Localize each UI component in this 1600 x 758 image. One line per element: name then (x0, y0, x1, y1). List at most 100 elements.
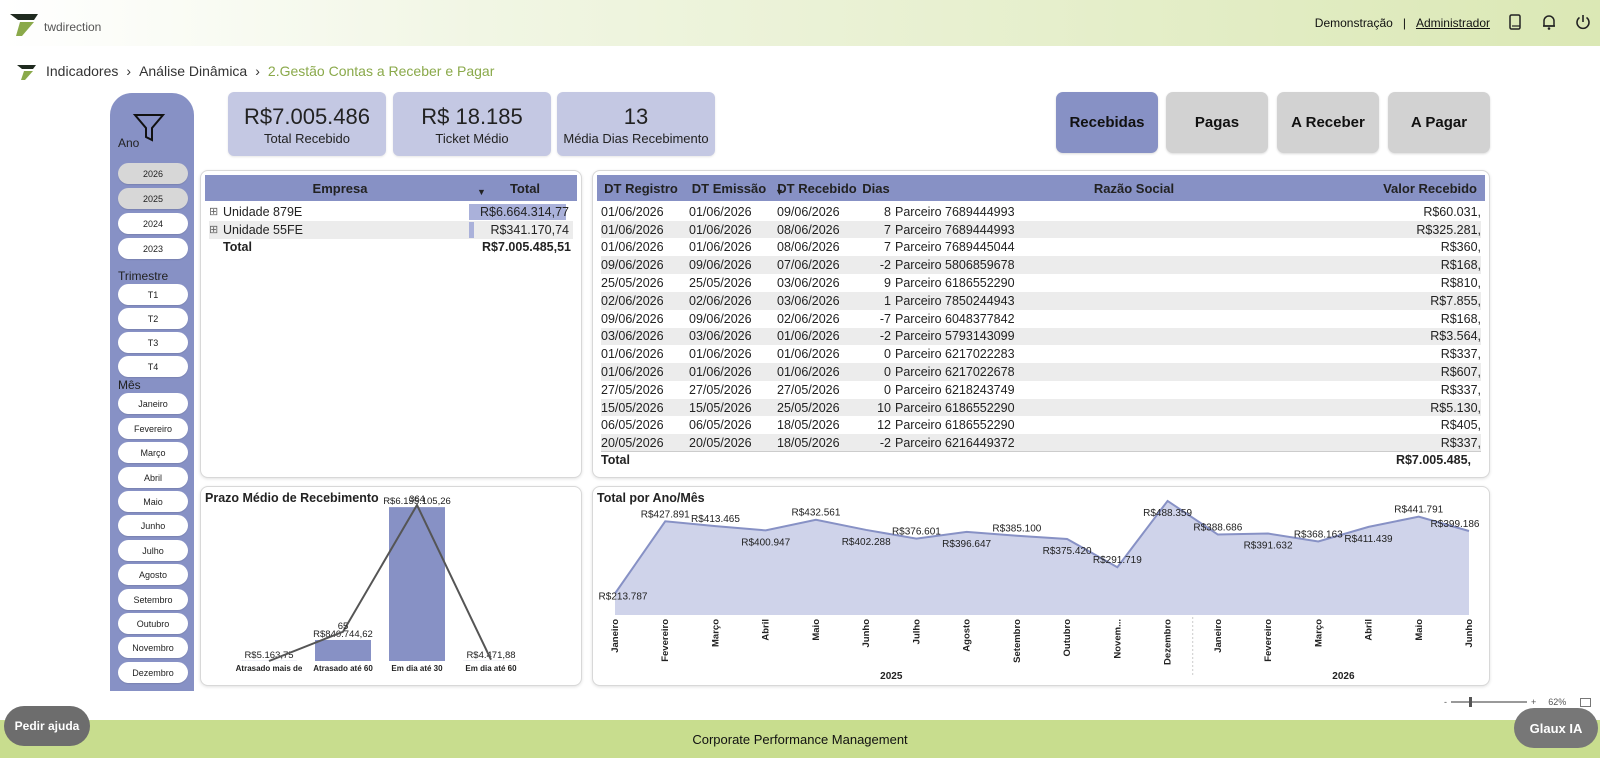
a-receber-button[interactable]: A Receber (1277, 92, 1379, 153)
cell-dt-registro: 15/05/2026 (601, 400, 664, 415)
filter-mes-dezembro[interactable]: Dezembro (118, 662, 188, 683)
table-row[interactable]: 01/06/2026 01/06/2026 01/06/2026 0 Parceiro … (601, 345, 1481, 363)
col-dt-emissao[interactable]: DT Emissão (685, 181, 773, 196)
a-pagar-button[interactable]: A Pagar (1388, 92, 1490, 153)
table-row[interactable]: ⊞ Unidade 55FE R$341.170,74 (209, 221, 573, 239)
table-row[interactable]: 09/06/2026 09/06/2026 02/06/2026 -7 Parceiro… (601, 310, 1481, 328)
cell-dias: 7 (884, 240, 891, 255)
filter-mes-abril[interactable]: Abril (118, 467, 188, 488)
help-button[interactable]: Pedir ajuda (4, 706, 90, 746)
filter-ano-2026[interactable]: 2026 (118, 163, 188, 184)
cell-dias: 9 (884, 276, 891, 291)
point-value-label: R$488.359 (1143, 508, 1192, 519)
cell-dias: 0 (884, 347, 891, 362)
total-ano-mes-chart[interactable]: R$213.787 Janeiro R$427.891 Fevereiro R$413.… (593, 487, 1489, 685)
col-dt-registro[interactable]: DT Registro (597, 181, 685, 196)
table-row[interactable]: 06/05/2026 06/05/2026 18/05/2026 12 Parceiro… (601, 417, 1481, 435)
cell-dt-emissao: 09/06/2026 (689, 311, 752, 326)
prazo-chart[interactable]: R$5.163,75Atrasado mais deR$840.744,62At… (201, 487, 581, 685)
table-row[interactable]: 15/05/2026 15/05/2026 25/05/2026 10 Parceiro… (601, 398, 1481, 417)
filter-mes-setembro[interactable]: Setembro (118, 589, 188, 610)
cell-dt-recebido: 09/06/2026 (777, 204, 840, 219)
cell-dt-recebido: 02/06/2026 (777, 311, 840, 326)
cell-dt-registro: 09/06/2026 (601, 258, 664, 273)
book-icon[interactable] (1506, 13, 1524, 31)
cell-dt-emissao: 25/05/2026 (689, 276, 752, 291)
sort-desc-icon[interactable]: ▼ (775, 187, 784, 197)
col-total[interactable]: Total (475, 181, 575, 196)
table-row[interactable]: 25/05/2026 25/05/2026 03/06/2026 9 Parceiro … (601, 274, 1481, 292)
filter-ano-2025[interactable]: 2025 (118, 188, 188, 209)
x-tick-label: Janeiro (610, 619, 621, 653)
table-row[interactable]: 01/06/2026 01/06/2026 01/06/2026 0 Parceiro … (601, 363, 1481, 381)
filter-mes-junho[interactable]: Junho (118, 515, 188, 536)
cell-valor-recebido: R$810, (1440, 276, 1481, 291)
app-logo[interactable]: twdirection (8, 8, 101, 36)
sort-desc-icon[interactable]: ▼ (477, 187, 486, 197)
filter-mes-fevereiro[interactable]: Fevereiro (118, 418, 188, 439)
filter-trimestre-t2[interactable]: T2 (118, 308, 188, 329)
bell-icon[interactable] (1540, 13, 1558, 31)
glaux-ia-button[interactable]: Glaux IA (1514, 708, 1598, 748)
col-valor-recebido[interactable]: Valor Recebido (1377, 181, 1477, 196)
bar[interactable] (389, 507, 445, 661)
table-row[interactable]: 20/05/2026 20/05/2026 18/05/2026 -2 Parceiro… (601, 434, 1481, 453)
filter-mes-novembro[interactable]: Novembro (118, 637, 188, 658)
filter-mes-maio[interactable]: Maio (118, 491, 188, 512)
col-dias[interactable]: Dias (861, 181, 891, 196)
filter-ano-2023[interactable]: 2023 (118, 238, 188, 259)
cell-dt-recebido: 27/05/2026 (777, 382, 840, 397)
cell-dt-registro: 01/06/2026 (601, 204, 664, 219)
cell-razao-social: Parceiro 6048377842 (895, 311, 1015, 326)
bar[interactable] (315, 639, 371, 661)
fit-page-icon[interactable] (1580, 697, 1592, 707)
cell-dt-emissao: 06/05/2026 (689, 418, 752, 433)
filter-mes-outubro[interactable]: Outubro (118, 613, 188, 634)
table-row[interactable]: 01/06/2026 01/06/2026 08/06/2026 7 Parceiro … (601, 220, 1481, 239)
line-series[interactable] (268, 502, 492, 662)
table-row[interactable]: 27/05/2026 27/05/2026 27/05/2026 0 Parceiro … (601, 381, 1481, 399)
table-row[interactable]: 09/06/2026 09/06/2026 07/06/2026 -2 Parceiro… (601, 256, 1481, 275)
filter-ano-2024[interactable]: 2024 (118, 213, 188, 234)
filter-panel: Ano 2026 2025 2024 2023 Trimestre T1 T2 … (110, 93, 194, 691)
cell-dt-recebido: 08/06/2026 (777, 240, 840, 255)
zoom-in-button[interactable]: + (1531, 697, 1536, 707)
cell-dt-emissao: 15/05/2026 (689, 400, 752, 415)
zoom-control[interactable]: - + 62% (1444, 697, 1592, 707)
pagas-button[interactable]: Pagas (1166, 92, 1268, 153)
demo-link[interactable]: Demonstração (1315, 16, 1393, 30)
expand-icon[interactable]: ⊞ (209, 205, 223, 218)
col-razao-social[interactable]: Razão Social (891, 181, 1377, 196)
footer-bar: Corporate Performance Management (0, 720, 1600, 758)
recebidas-button[interactable]: Recebidas (1056, 92, 1158, 153)
zoom-out-button[interactable]: - (1444, 697, 1447, 707)
col-dt-recebido[interactable]: DT Recebido (773, 181, 861, 196)
table-row[interactable]: 02/06/2026 02/06/2026 03/06/2026 1 Parceiro … (601, 292, 1481, 310)
cell-dt-registro: 27/05/2026 (601, 382, 664, 397)
power-icon[interactable] (1574, 13, 1592, 31)
col-empresa[interactable]: Empresa (205, 181, 475, 196)
filter-trimestre-t4[interactable]: T4 (118, 356, 188, 377)
admin-link[interactable]: Administrador (1416, 16, 1490, 30)
cell-dias: 7 (884, 222, 891, 237)
breadcrumb-analise[interactable]: Análise Dinâmica (139, 63, 247, 79)
filter-mes-janeiro[interactable]: Janeiro (118, 393, 188, 414)
table-row[interactable]: 01/06/2026 01/06/2026 09/06/2026 8 Parceiro … (601, 203, 1481, 221)
filter-mes-julho[interactable]: Julho (118, 540, 188, 561)
filter-mes-agosto[interactable]: Agosto (118, 564, 188, 585)
filter-trimestre-t1[interactable]: T1 (118, 284, 188, 305)
filter-trimestre-t3[interactable]: T3 (118, 332, 188, 353)
cell-dt-recebido: 01/06/2026 (777, 347, 840, 362)
expand-icon[interactable]: ⊞ (209, 223, 223, 236)
filter-mes-marco[interactable]: Março (118, 442, 188, 463)
filter-ano-label: Ano (118, 136, 140, 150)
total-cell: R$6.664.314,77 (469, 203, 571, 220)
home-logo-icon[interactable] (16, 62, 38, 80)
table-row[interactable]: 03/06/2026 03/06/2026 01/06/2026 -2 Parceiro… (601, 327, 1481, 346)
breadcrumb-indicadores[interactable]: Indicadores (46, 63, 118, 79)
cell-dt-emissao: 20/05/2026 (689, 436, 752, 451)
cell-dt-emissao: 01/06/2026 (689, 365, 752, 380)
table-row[interactable]: 01/06/2026 01/06/2026 08/06/2026 7 Parceiro … (601, 239, 1481, 257)
table-row[interactable]: ⊞ Unidade 879E R$6.664.314,77 (209, 203, 573, 221)
zoom-slider[interactable] (1451, 697, 1527, 707)
